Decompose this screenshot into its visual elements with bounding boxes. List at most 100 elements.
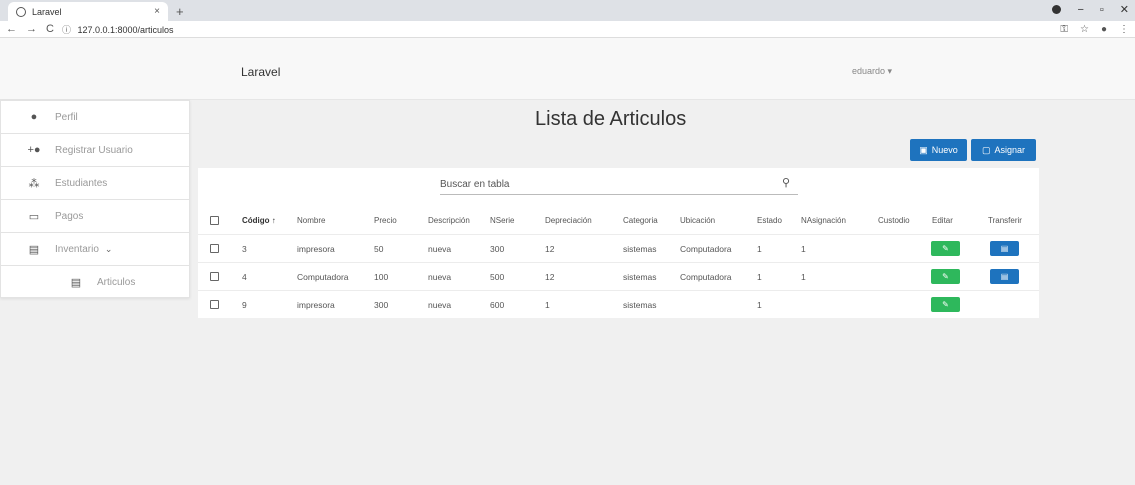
- asignar-button[interactable]: ▢ Asignar: [971, 139, 1036, 161]
- cell-categoria: sistemas: [623, 271, 657, 282]
- tab-close-icon[interactable]: ×: [154, 6, 160, 17]
- table-row[interactable]: 9 impresora 300 nueva 600 1 sistemas 1 ✎: [198, 290, 1039, 318]
- header-editar: Editar: [932, 215, 953, 225]
- cell-nombre: impresora: [297, 299, 335, 310]
- search-icon[interactable]: ⚲: [782, 176, 790, 189]
- minimize-icon[interactable]: −: [1077, 4, 1083, 16]
- cell-nombre: impresora: [297, 243, 335, 254]
- header-custodio[interactable]: Custodio: [878, 216, 910, 225]
- brand[interactable]: Laravel: [241, 65, 280, 79]
- table-header: Código ↑ Nombre Precio Descripción NSeri…: [198, 206, 1039, 234]
- forward-icon[interactable]: →: [26, 23, 37, 35]
- row-checkbox[interactable]: [210, 272, 219, 281]
- clipboard-icon: ▢: [981, 144, 991, 155]
- sidebar-item-perfil[interactable]: ● Perfil: [1, 101, 189, 134]
- pencil-icon: ✎: [942, 300, 949, 309]
- header-ubicacion[interactable]: Ubicación: [680, 216, 715, 225]
- sidebar-item-pagos[interactable]: ▭ Pagos: [1, 200, 189, 233]
- cell-nombre: Computadora: [297, 271, 349, 282]
- sidebar-item-label: Estudiantes: [55, 177, 108, 189]
- header-estado[interactable]: Estado: [757, 216, 782, 225]
- clipboard-icon: ▤: [28, 243, 40, 256]
- search-placeholder: Buscar en tabla: [440, 179, 510, 190]
- table-row[interactable]: 3 impresora 50 nueva 300 12 sistemas Com…: [198, 234, 1039, 262]
- header-depreciacion[interactable]: Depreciación: [545, 216, 592, 225]
- cell-estado: 1: [757, 243, 762, 254]
- chevron-down-icon: ⌄: [104, 243, 113, 254]
- sidebar-item-articulos[interactable]: ▤ Articulos: [1, 266, 189, 299]
- header-nasignacion[interactable]: NAsignación: [801, 216, 846, 225]
- url-field[interactable]: ⓘ 127.0.0.1:8000/articulos: [62, 23, 1060, 36]
- card-icon: ▭: [28, 210, 40, 223]
- cell-depreciacion: 12: [545, 271, 555, 282]
- row-checkbox[interactable]: [210, 300, 219, 309]
- cell-depreciacion: 1: [545, 299, 550, 310]
- edit-button[interactable]: ✎: [931, 241, 960, 256]
- nuevo-button[interactable]: ▣ Nuevo: [910, 139, 967, 161]
- sidebar-item-label: Articulos: [97, 277, 136, 288]
- sidebar-item-label: Perfil: [55, 111, 78, 123]
- cell-nasignacion: 1: [801, 271, 806, 282]
- sidebar: ● Perfil +● Registrar Usuario ⁂ Estudian…: [0, 100, 190, 298]
- cell-estado: 1: [757, 271, 762, 282]
- profile-dot-icon[interactable]: [1052, 5, 1062, 14]
- row-checkbox[interactable]: [210, 244, 219, 253]
- sidebar-item-label: Pagos: [55, 210, 84, 222]
- account-icon[interactable]: ●: [1101, 24, 1107, 35]
- app-header: Laravel eduardo ▾: [0, 38, 1135, 100]
- clipboard-icon: ▤: [1000, 244, 1009, 253]
- cell-estado: 1: [757, 299, 762, 310]
- page-title: Lista de Articulos: [535, 108, 687, 130]
- info-icon[interactable]: ⓘ: [62, 25, 71, 35]
- pencil-icon: ✎: [942, 272, 949, 281]
- url-text: 127.0.0.1:8000/articulos: [77, 24, 174, 35]
- table-card: Buscar en tabla ⚲ Código ↑ Nombre Precio…: [198, 168, 1039, 318]
- close-window-icon[interactable]: ✕: [1120, 3, 1129, 16]
- table-row[interactable]: 4 Computadora 100 nueva 500 12 sistemas …: [198, 262, 1039, 290]
- back-icon[interactable]: ←: [6, 23, 17, 35]
- sidebar-item-inventario[interactable]: ▤ Inventario ⌄: [1, 233, 189, 266]
- reload-icon[interactable]: C: [46, 23, 54, 35]
- header-codigo[interactable]: Código ↑: [242, 216, 276, 225]
- cell-descripcion: nueva: [428, 271, 452, 282]
- header-descripcion[interactable]: Descripción: [428, 216, 470, 225]
- transfer-button[interactable]: ▤: [990, 241, 1019, 256]
- window-controls: − ▫ ✕: [1052, 3, 1129, 16]
- header-nombre[interactable]: Nombre: [297, 216, 325, 225]
- transfer-button[interactable]: ▤: [990, 269, 1019, 284]
- plus-box-icon: ▣: [919, 144, 928, 155]
- cell-nserie: 500: [490, 271, 505, 282]
- edit-button[interactable]: ✎: [931, 269, 960, 284]
- sidebar-item-registrar-usuario[interactable]: +● Registrar Usuario: [1, 134, 189, 167]
- sidebar-item-label: Inventario: [55, 243, 99, 255]
- header-categoria[interactable]: Categoria: [623, 216, 658, 225]
- user-icon: ●: [30, 111, 38, 123]
- restore-icon[interactable]: ▫: [1100, 4, 1104, 16]
- key-icon[interactable]: ⚿: [1060, 24, 1068, 35]
- search-input[interactable]: Buscar en tabla ⚲: [440, 173, 798, 195]
- cell-codigo: 3: [242, 243, 247, 254]
- cell-categoria: sistemas: [623, 243, 657, 254]
- cell-nasignacion: 1: [801, 243, 806, 254]
- edit-button[interactable]: ✎: [931, 297, 960, 312]
- star-icon[interactable]: ☆: [1080, 24, 1089, 35]
- new-tab-button[interactable]: +: [176, 4, 184, 19]
- pencil-icon: ✎: [942, 244, 949, 253]
- header-precio[interactable]: Precio: [374, 216, 397, 225]
- globe-icon: [16, 6, 26, 17]
- cell-nserie: 300: [490, 243, 505, 254]
- sidebar-item-estudiantes[interactable]: ⁂ Estudiantes: [1, 167, 189, 200]
- header-nserie[interactable]: NSerie: [490, 216, 514, 225]
- browser-tab[interactable]: Laravel ×: [8, 2, 168, 21]
- group-icon: ⁂: [28, 177, 40, 190]
- clipboard-icon: ▤: [70, 277, 82, 289]
- user-menu[interactable]: eduardo ▾: [852, 66, 892, 77]
- select-all-checkbox[interactable]: [210, 215, 219, 225]
- cell-codigo: 9: [242, 299, 247, 310]
- menu-icon[interactable]: ⋮: [1119, 24, 1129, 35]
- sidebar-item-label: Registrar Usuario: [55, 144, 133, 156]
- cell-descripcion: nueva: [428, 243, 452, 254]
- browser-tabbar: Laravel × + − ▫ ✕: [0, 0, 1135, 21]
- cell-descripcion: nueva: [428, 299, 452, 310]
- header-transferir: Transferir: [988, 215, 1022, 225]
